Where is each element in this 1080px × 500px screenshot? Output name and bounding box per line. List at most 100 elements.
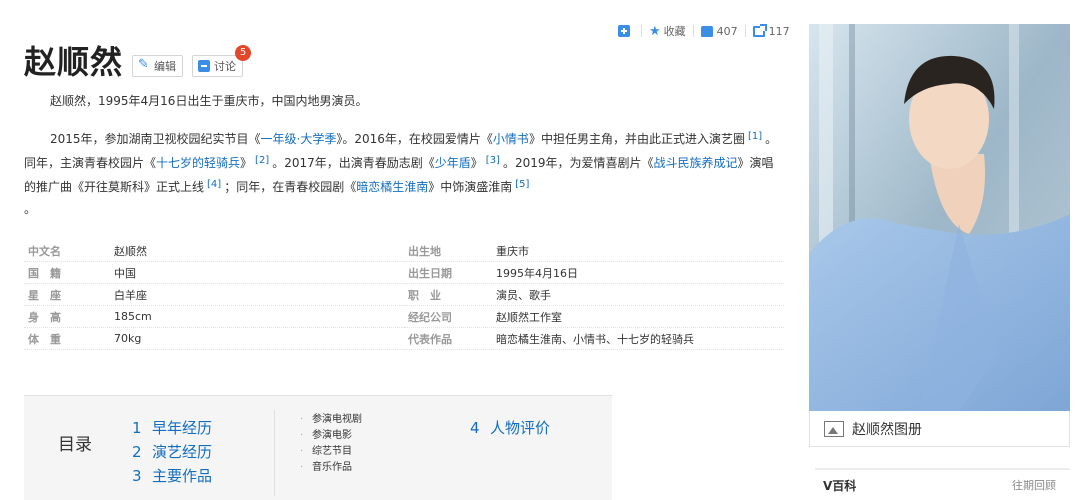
toc-number: 3 [132, 467, 142, 485]
divider [744, 25, 746, 37]
toc-subcolumn: 参演电视剧 参演电影 综艺节目 音乐作品 [312, 412, 362, 476]
profile-photo-art [809, 24, 1070, 411]
summary-text: 》 [470, 156, 483, 170]
info-row: 星 座 白羊座 [24, 284, 404, 306]
photo-album-link[interactable]: 赵顺然图册 [809, 411, 1070, 447]
representative-works-link[interactable]: 暗恋橘生淮南、小情书、十七岁的轻骑兵 [496, 331, 694, 347]
image-icon [824, 420, 844, 437]
info-value: 中国 [114, 266, 136, 280]
discuss-button[interactable]: 讨论 5 [192, 45, 252, 77]
discuss-label: 讨论 [214, 60, 237, 73]
info-row: 经纪公司 赵顺然工作室 [404, 306, 784, 328]
toc-subitem[interactable]: 参演电影 [312, 428, 362, 444]
divider [692, 25, 694, 37]
title-row: 赵顺然 编辑 讨论 5 [24, 42, 252, 82]
toc-item[interactable]: 2 演艺经历 [132, 440, 212, 464]
past-reviews-link[interactable]: 往期回顾 [1012, 477, 1056, 493]
info-key: 出生日期 [408, 266, 452, 280]
info-row: 职 业 演员、歌手 [404, 284, 784, 306]
reference-1[interactable]: [1] [748, 131, 762, 142]
link-qingqibing[interactable]: 十七岁的轻骑兵 [156, 156, 240, 170]
info-key: 星 座 [28, 288, 61, 302]
info-key: 体 重 [28, 332, 61, 346]
toc-subitem[interactable]: 参演电视剧 [312, 412, 362, 428]
summary-text: 》。2016年，在校园爱情片《 [336, 132, 493, 146]
toc-subitem[interactable]: 音乐作品 [312, 460, 362, 476]
pencil-icon [138, 57, 150, 72]
info-row: 体 重 70kg [24, 328, 404, 350]
info-value: 演员、歌手 [496, 288, 551, 302]
edit-label: 编辑 [154, 60, 177, 73]
info-key: 代表作品 [408, 332, 452, 346]
album-label: 赵顺然图册 [852, 421, 922, 438]
info-row: 代表作品 暗恋橘生淮南、小情书、十七岁的轻骑兵 [404, 328, 784, 350]
toc-item[interactable]: 3 主要作品 [132, 464, 212, 488]
link-anlian[interactable]: 暗恋橘生淮南 [356, 180, 428, 194]
page-title: 赵顺然 [24, 43, 124, 81]
toc-number: 4 [470, 419, 480, 437]
toc-label: 演艺经历 [152, 443, 213, 461]
summary-text: 2015年，参加湖南卫视校园纪实节目《 [50, 132, 261, 146]
toc-number: 1 [132, 419, 142, 437]
reference-3[interactable]: [3] [486, 155, 500, 166]
toc-title: 目录 [58, 435, 92, 455]
info-value: 70kg [114, 332, 142, 345]
info-row: 出生日期 1995年4月16日 [404, 262, 784, 284]
toc-subitem[interactable]: 综艺节目 [312, 444, 362, 460]
toc-column: 1 早年经历 2 演艺经历 3 主要作品 [132, 416, 212, 488]
summary-text: 。 [24, 202, 37, 216]
basic-info: 中文名 赵顺然 国 籍 中国 星 座 白羊座 身 高 185cm 体 重 70kg 出生地… [24, 240, 784, 350]
reference-2[interactable]: [2] [255, 155, 269, 166]
summary-career: 2015年，参加湖南卫视校园纪实节目《一年级·大学季》。2016年，在校园爱情片… [24, 126, 784, 220]
info-key: 中文名 [28, 244, 61, 258]
info-key: 职 业 [408, 288, 441, 302]
toc-label: 人物评价 [490, 419, 551, 437]
info-value: 赵顺然 [114, 244, 147, 258]
summary-text: 》中饰演盛淮南 [428, 180, 513, 194]
info-value: 185cm [114, 310, 152, 323]
toc-number: 2 [132, 443, 142, 461]
v-baike-panel: V百科 往期回顾 [815, 468, 1070, 500]
like-count[interactable]: 407 [717, 25, 738, 38]
info-value: 1995年4月16日 [496, 266, 578, 280]
toc-divider [274, 410, 275, 496]
link-zhandouminzu[interactable]: 战斗民族养成记 [654, 156, 738, 170]
link-xiaoqingshu[interactable]: 小情书 [493, 132, 529, 146]
info-key: 国 籍 [28, 266, 61, 280]
reference-5[interactable]: [5] [515, 179, 529, 190]
toc-item[interactable]: 4 人物评价 [470, 416, 550, 440]
thumbs-up-icon[interactable] [700, 25, 713, 37]
reference-4[interactable]: [4] [207, 179, 221, 190]
info-value: 重庆市 [496, 244, 529, 258]
favorite-button[interactable]: 收藏 [664, 23, 686, 39]
info-key: 身 高 [28, 310, 61, 324]
table-of-contents: 目录 1 早年经历 2 演艺经历 3 主要作品 参演电视剧 参演电影 综艺节目 音乐作… [24, 395, 612, 500]
info-row: 国 籍 中国 [24, 262, 404, 284]
summary-text: 。2017年，出演青春励志剧《 [272, 156, 435, 170]
basic-info-left: 中文名 赵顺然 国 籍 中国 星 座 白羊座 身 高 185cm 体 重 70kg [24, 240, 404, 350]
summary-text: 。2019年，为爱情喜剧片《 [502, 156, 654, 170]
share-count[interactable]: 117 [769, 25, 790, 38]
chat-icon [198, 60, 211, 72]
info-row: 中文名 赵顺然 [24, 240, 404, 262]
toc-label: 早年经历 [152, 419, 213, 437]
toc-label: 主要作品 [152, 467, 213, 485]
info-value: 赵顺然工作室 [496, 310, 562, 324]
info-value: 白羊座 [114, 288, 147, 302]
action-bar: ★ 收藏 407 117 [618, 22, 790, 40]
basic-info-right: 出生地 重庆市 出生日期 1995年4月16日 职 业 演员、歌手 经纪公司 赵顺然工作… [404, 240, 784, 350]
link-shaoniandun[interactable]: 少年盾 [435, 156, 471, 170]
profile-photo[interactable] [809, 24, 1070, 411]
discuss-count-badge: 5 [235, 45, 252, 61]
link-yinianji[interactable]: 一年级·大学季 [261, 132, 337, 146]
toc-item[interactable]: 1 早年经历 [132, 416, 212, 440]
share-icon[interactable] [752, 23, 767, 37]
summary-text: 》中担任男主角，并由此正式进入演艺圈 [528, 132, 745, 146]
summary-text: ；同年，在青春校园剧《 [224, 180, 357, 194]
summary-intro: 赵顺然，1995年4月16日出生于重庆市，中国内地男演员。 [50, 94, 368, 108]
edit-button[interactable]: 编辑 [132, 55, 184, 77]
star-icon[interactable]: ★ [649, 24, 661, 39]
v-baike-title: V百科 [823, 478, 857, 493]
info-row: 出生地 重庆市 [404, 240, 784, 262]
add-icon[interactable] [618, 25, 630, 37]
